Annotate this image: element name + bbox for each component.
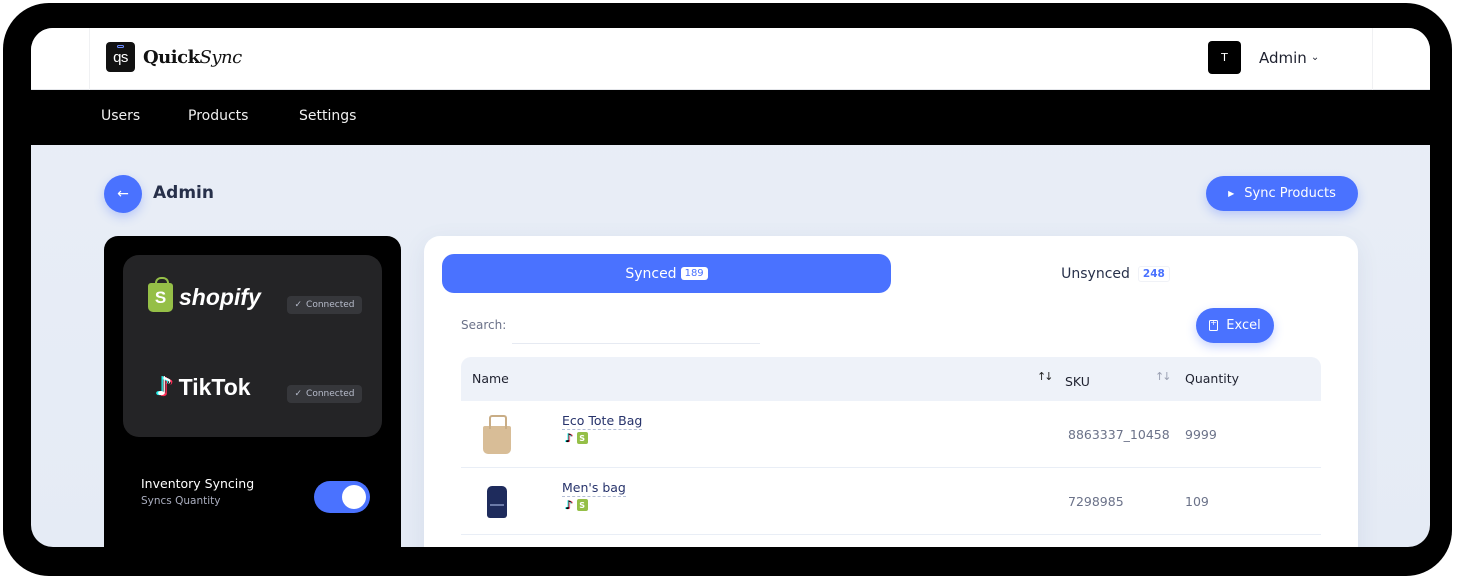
tiktok-icon: ♪ <box>565 498 573 512</box>
logo-mark: qs <box>106 42 135 72</box>
tote-bag-image <box>483 415 511 454</box>
product-sku: 8863337_10458 <box>1068 427 1170 442</box>
user-menu[interactable]: T Admin ⌄ <box>1208 41 1319 74</box>
channel-icons: ♪ S <box>565 432 588 444</box>
tab-unsynced[interactable]: Unsynced 248 <box>891 254 1340 293</box>
table-row[interactable]: Men's bag ♪ S 7298985 109 <box>461 468 1321 535</box>
shopify-connection: S shopify <box>148 277 261 312</box>
inventory-syncing-title: Inventory Syncing <box>141 476 255 491</box>
inventory-syncing-toggle[interactable] <box>314 481 370 513</box>
column-header-name[interactable]: Name <box>472 371 509 386</box>
check-icon: ✓ <box>294 300 303 310</box>
nav-item-settings[interactable]: Settings <box>299 108 356 124</box>
page-title: Admin <box>153 183 214 203</box>
arrow-left-icon: ← <box>117 186 129 202</box>
table-header: Name ↑↓ SKU ↑↓ Quantity <box>461 357 1321 401</box>
device-frame: qs QuickSync T Admin ⌄ Users Products Se… <box>3 3 1452 576</box>
shopify-status-badge: ✓ Connected <box>287 296 362 314</box>
count-badge: 248 <box>1137 265 1170 282</box>
count-badge: 189 <box>680 267 708 280</box>
product-image <box>481 414 513 454</box>
check-icon: ✓ <box>294 389 303 399</box>
avatar[interactable]: T <box>1208 41 1241 74</box>
nav-item-products[interactable]: Products <box>188 108 248 124</box>
tab-label: Synced <box>625 265 677 282</box>
column-header-quantity[interactable]: Quantity <box>1185 371 1239 386</box>
tiktok-connection: ♪ TikTok <box>156 372 251 402</box>
logo-infinity-icon <box>117 45 124 48</box>
tab-label: Unsynced <box>1061 265 1130 282</box>
product-name-link[interactable]: Men's bag <box>562 480 626 497</box>
excel-export-button[interactable]: Excel <box>1196 308 1274 343</box>
main-nav: Users Products Settings <box>31 90 1430 145</box>
user-name: Admin <box>1259 48 1307 67</box>
shopify-icon: S <box>148 277 173 312</box>
logo-mark-text: qs <box>113 48 128 66</box>
shopify-icon: S <box>576 499 588 511</box>
products-card: Synced 189 Unsynced 248 Search: Excel Na… <box>424 236 1358 547</box>
sync-products-label: Sync Products <box>1244 186 1336 201</box>
file-add-icon <box>1209 318 1219 331</box>
backpack-image <box>487 486 507 518</box>
shopify-label: shopify <box>179 284 261 310</box>
user-dropdown[interactable]: Admin ⌄ <box>1259 49 1319 67</box>
sort-icon[interactable]: ↑↓ <box>1037 370 1054 383</box>
toggle-knob <box>342 485 366 509</box>
inventory-syncing-subtitle: Syncs Quantity <box>141 495 221 507</box>
sync-products-button[interactable]: ▶ Sync Products <box>1206 176 1358 211</box>
play-icon: ▶ <box>1228 189 1235 198</box>
logo-name-bold: Quick <box>143 46 200 68</box>
status-text: Connected <box>306 300 355 310</box>
sort-icon[interactable]: ↑↓ <box>1155 370 1172 383</box>
product-name-link[interactable]: Eco Tote Bag <box>562 413 643 430</box>
connections-panel: S shopify ✓ Connected ♪ TikTok ✓ Connect… <box>104 236 401 547</box>
tiktok-status-badge: ✓ Connected <box>287 385 362 403</box>
product-quantity: 109 <box>1185 494 1209 509</box>
product-image <box>481 481 513 521</box>
logo-name-script: Sync <box>199 46 243 68</box>
divider <box>89 28 90 90</box>
chevron-down-icon: ⌄ <box>1310 52 1320 63</box>
shopify-icon: S <box>576 432 588 444</box>
search-input[interactable] <box>512 320 760 344</box>
products-table: Name ↑↓ SKU ↑↓ Quantity Eco Tote Bag ♪ S… <box>461 357 1321 535</box>
product-quantity: 9999 <box>1185 427 1217 442</box>
app-screen: qs QuickSync T Admin ⌄ Users Products Se… <box>31 28 1430 547</box>
divider <box>1372 28 1373 90</box>
tiktok-icon: ♪ <box>156 372 173 402</box>
app-logo[interactable]: qs QuickSync <box>106 42 242 72</box>
product-sku: 7298985 <box>1068 494 1124 509</box>
excel-label: Excel <box>1226 318 1261 333</box>
connections-card: S shopify ✓ Connected ♪ TikTok ✓ Connect… <box>123 255 382 437</box>
nav-item-users[interactable]: Users <box>101 108 140 124</box>
search-label: Search: <box>461 318 507 332</box>
tiktok-label: TikTok <box>178 373 251 400</box>
tab-synced[interactable]: Synced 189 <box>442 254 891 293</box>
column-header-sku[interactable]: SKU <box>1065 374 1090 389</box>
logo-wordmark: QuickSync <box>143 47 242 68</box>
tiktok-icon: ♪ <box>565 431 573 445</box>
table-row[interactable]: Eco Tote Bag ♪ S 8863337_10458 9999 <box>461 401 1321 468</box>
status-text: Connected <box>306 389 355 399</box>
top-bar: qs QuickSync T Admin ⌄ <box>31 28 1430 90</box>
back-button[interactable]: ← <box>104 175 142 213</box>
channel-icons: ♪ S <box>565 499 588 511</box>
